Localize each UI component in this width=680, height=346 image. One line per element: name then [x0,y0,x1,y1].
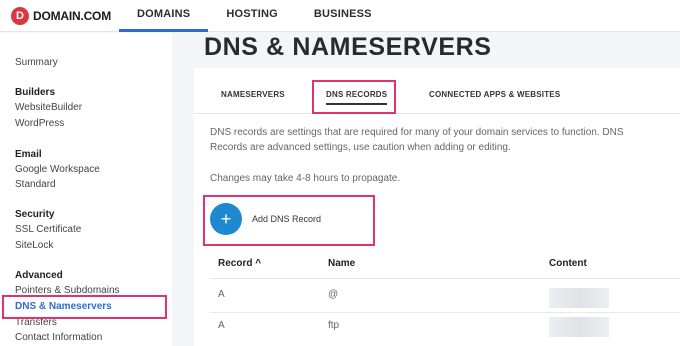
content-redacted [549,288,609,308]
table-divider [210,278,680,279]
nav-business[interactable]: BUSINESS [296,0,390,32]
table-cell-record: A [218,289,225,300]
top-nav: DOMAINS HOSTING BUSINESS [119,0,390,32]
logo-icon: D [11,7,29,25]
tab-connected-apps[interactable]: CONNECTED APPS & WEBSITES [429,90,560,99]
sidebar-item-standard[interactable]: Standard [15,179,56,190]
sidebar-item-wordpress[interactable]: WordPress [15,118,64,129]
table-cell-name: @ [328,289,339,300]
add-dns-record-button[interactable]: + [210,203,242,235]
domain-logo[interactable]: D DOMAIN.COM [11,7,111,25]
sidebar-item-sitelock[interactable]: SiteLock [15,240,53,251]
column-header-content: Content [549,258,587,269]
plus-icon: + [220,208,232,229]
sidebar-highlight-box [2,295,167,319]
column-header-record[interactable]: Record ^ [218,258,261,269]
tab-highlight-box [312,80,396,114]
propagation-note: Changes may take 4-8 hours to propagate. [210,173,401,184]
sidebar-item-google-workspace[interactable]: Google Workspace [15,164,100,175]
sidebar-heading-security: Security [15,209,55,220]
table-cell-record: A [218,320,225,331]
table-divider [210,312,680,313]
sidebar-heading-advanced: Advanced [15,270,63,281]
tab-bar: NAMESERVERS DNS RECORDS CONNECTED APPS &… [194,68,680,114]
column-header-name: Name [328,258,356,269]
tab-nameservers[interactable]: NAMESERVERS [221,90,285,99]
content-redacted [549,317,609,337]
sidebar-item-summary[interactable]: Summary [15,57,58,68]
nav-domains[interactable]: DOMAINS [119,0,209,32]
page-title: DNS & NAMESERVERS [204,33,492,61]
sidebar-item-contact-information[interactable]: Contact Information [15,332,102,343]
add-dns-record-label[interactable]: Add DNS Record [252,214,321,224]
dns-description: DNS records are settings that are requir… [210,127,624,153]
logo-text: DOMAIN.COM [33,9,111,23]
sidebar-item-ssl-certificate[interactable]: SSL Certificate [15,224,81,235]
dns-card: NAMESERVERS DNS RECORDS CONNECTED APPS &… [194,68,680,346]
table-cell-name: ftp [328,320,340,331]
sidebar-heading-builders: Builders [15,87,56,98]
sidebar-item-websitebuilder[interactable]: WebsiteBuilder [15,102,82,113]
sidebar: Summary Builders WebsiteBuilder WordPres… [0,33,172,346]
top-navigation-bar: D DOMAIN.COM DOMAINS HOSTING BUSINESS [0,0,680,32]
nav-hosting[interactable]: HOSTING [208,0,296,32]
sidebar-heading-email: Email [15,149,42,160]
